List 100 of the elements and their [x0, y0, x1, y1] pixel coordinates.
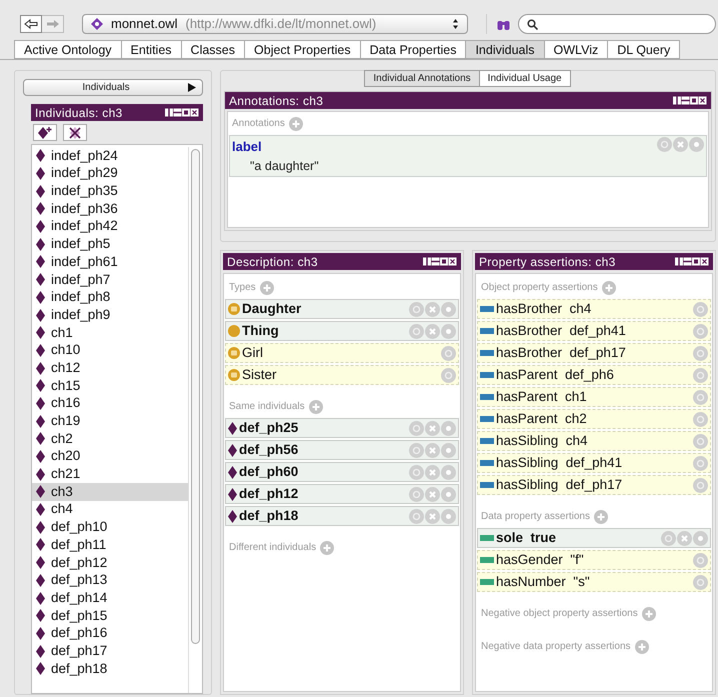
annotate-icon[interactable]	[409, 508, 424, 524]
annotate-icon[interactable]	[693, 456, 708, 470]
individual-item[interactable]: indef_ph35	[32, 182, 188, 200]
search-field[interactable]	[518, 14, 716, 34]
individual-item[interactable]: ch1	[32, 324, 188, 342]
binoculars-icon[interactable]	[497, 18, 510, 30]
annotate-icon[interactable]	[693, 368, 708, 382]
individual-item[interactable]: def_ph17	[32, 642, 188, 660]
view-controls-icon[interactable]	[165, 108, 199, 117]
frame-row[interactable]: hasBrother def_ph17	[477, 343, 711, 363]
frame-row[interactable]: def_ph56	[225, 440, 459, 460]
delete-icon[interactable]	[425, 486, 440, 502]
annotate-icon[interactable]	[441, 368, 456, 382]
individual-item[interactable]: ch21	[32, 465, 188, 484]
individual-item[interactable]: def_ph10	[32, 518, 188, 536]
frame-row[interactable]: sole true	[477, 528, 711, 548]
individual-item[interactable]: def_ph12	[32, 554, 188, 572]
edit-icon[interactable]	[441, 302, 456, 316]
individual-item[interactable]: indef_ph9	[32, 306, 188, 324]
annotate-icon[interactable]	[693, 302, 708, 316]
annotate-icon[interactable]	[693, 412, 708, 426]
edit-icon[interactable]	[441, 464, 456, 480]
add-icon[interactable]	[634, 640, 649, 654]
annotate-icon[interactable]	[693, 478, 708, 492]
annotate-icon[interactable]	[409, 486, 424, 502]
view-tab[interactable]: Individual Annotations	[364, 70, 480, 87]
annotate-icon[interactable]	[661, 530, 676, 546]
individual-item[interactable]: def_ph14	[32, 589, 188, 607]
delete-icon[interactable]	[677, 530, 692, 546]
add-icon[interactable]	[288, 116, 303, 130]
annotate-icon[interactable]	[693, 390, 708, 404]
delete-icon[interactable]	[673, 137, 688, 152]
edit-icon[interactable]	[441, 324, 456, 338]
frame-row[interactable]: def_ph12	[225, 484, 459, 504]
individual-item[interactable]: ch16	[32, 394, 188, 412]
frame-row[interactable]: def_ph18	[225, 506, 459, 526]
individual-item[interactable]: def_ph13	[32, 572, 188, 590]
delete-icon[interactable]	[425, 324, 440, 338]
tab[interactable]: Classes	[180, 40, 246, 59]
add-icon[interactable]	[260, 280, 274, 294]
add-icon[interactable]	[594, 510, 608, 524]
view-controls-icon[interactable]	[423, 257, 457, 266]
tab[interactable]: Object Properties	[244, 40, 361, 59]
frame-row[interactable]: Girl	[225, 343, 459, 363]
individual-item[interactable]: indef_ph24	[32, 147, 188, 165]
tab[interactable]: Active Ontology	[14, 40, 122, 59]
tab[interactable]: Entities	[120, 40, 182, 59]
edit-icon[interactable]	[689, 137, 704, 152]
frame-row[interactable]: hasSibling def_ph17	[477, 475, 711, 495]
back-button[interactable]	[20, 15, 42, 33]
frame-row[interactable]: def_ph60	[225, 462, 459, 482]
annotate-icon[interactable]	[693, 434, 708, 448]
individual-item[interactable]: ch10	[32, 342, 188, 360]
annotate-icon[interactable]	[441, 346, 456, 360]
annotate-icon[interactable]	[409, 302, 424, 316]
frame-row[interactable]: hasBrother ch4	[477, 299, 711, 319]
annotate-icon[interactable]	[657, 137, 672, 152]
edit-icon[interactable]	[441, 420, 456, 436]
frame-row[interactable]: hasBrother def_ph41	[477, 321, 711, 341]
individual-item[interactable]: indef_ph8	[32, 288, 188, 306]
individual-item[interactable]: indef_ph61	[32, 253, 188, 271]
frame-row[interactable]: Daughter	[225, 299, 459, 319]
ontology-selector[interactable]: monnet.owl (http://www.dfki.de/lt/monnet.owl)	[82, 14, 468, 34]
individual-item[interactable]: ch2	[32, 430, 188, 448]
individual-item[interactable]: indef_ph5	[32, 235, 188, 254]
annotate-icon[interactable]	[693, 346, 708, 360]
individual-item[interactable]: indef_ph42	[32, 218, 188, 236]
tab[interactable]: DL Query	[607, 40, 680, 59]
individual-item[interactable]: ch12	[32, 359, 188, 377]
individual-item[interactable]: def_ph11	[32, 536, 188, 554]
frame-row[interactable]: hasSibling def_ph41	[477, 453, 711, 473]
delete-icon[interactable]	[425, 464, 440, 480]
individual-item[interactable]: indef_ph7	[32, 270, 188, 288]
individual-item[interactable]: ch19	[32, 412, 188, 430]
view-selector[interactable]: Individuals	[23, 79, 203, 96]
individual-item[interactable]: def_ph15	[32, 606, 188, 625]
annotate-icon[interactable]	[409, 442, 424, 458]
individual-item[interactable]: def_ph16	[32, 624, 188, 642]
view-controls-icon[interactable]	[673, 96, 707, 105]
delete-individual-button[interactable]	[63, 124, 87, 141]
individual-item[interactable]: indef_ph29	[32, 164, 188, 182]
delete-icon[interactable]	[425, 420, 440, 436]
edit-icon[interactable]	[441, 508, 456, 524]
frame-row[interactable]: hasSibling ch4	[477, 431, 711, 451]
delete-icon[interactable]	[425, 302, 440, 316]
add-individual-button[interactable]	[33, 124, 57, 141]
add-icon[interactable]	[308, 400, 323, 414]
individual-item[interactable]: ch4	[32, 500, 188, 518]
add-icon[interactable]	[642, 606, 656, 620]
delete-icon[interactable]	[425, 508, 440, 524]
tab[interactable]: OWLViz	[544, 40, 608, 59]
individual-item[interactable]: ch20	[32, 448, 188, 466]
frame-row[interactable]: def_ph25	[225, 418, 459, 438]
annotation-row[interactable]: label "a daughter"	[229, 135, 707, 178]
add-icon[interactable]	[320, 540, 334, 554]
individual-item[interactable]: indef_ph36	[32, 200, 188, 218]
view-tab[interactable]: Individual Usage	[478, 70, 571, 87]
individual-item[interactable]: ch3	[32, 483, 188, 501]
frame-row[interactable]: hasParent def_ph6	[477, 365, 711, 385]
frame-row[interactable]: hasNumber "s"	[477, 572, 711, 592]
